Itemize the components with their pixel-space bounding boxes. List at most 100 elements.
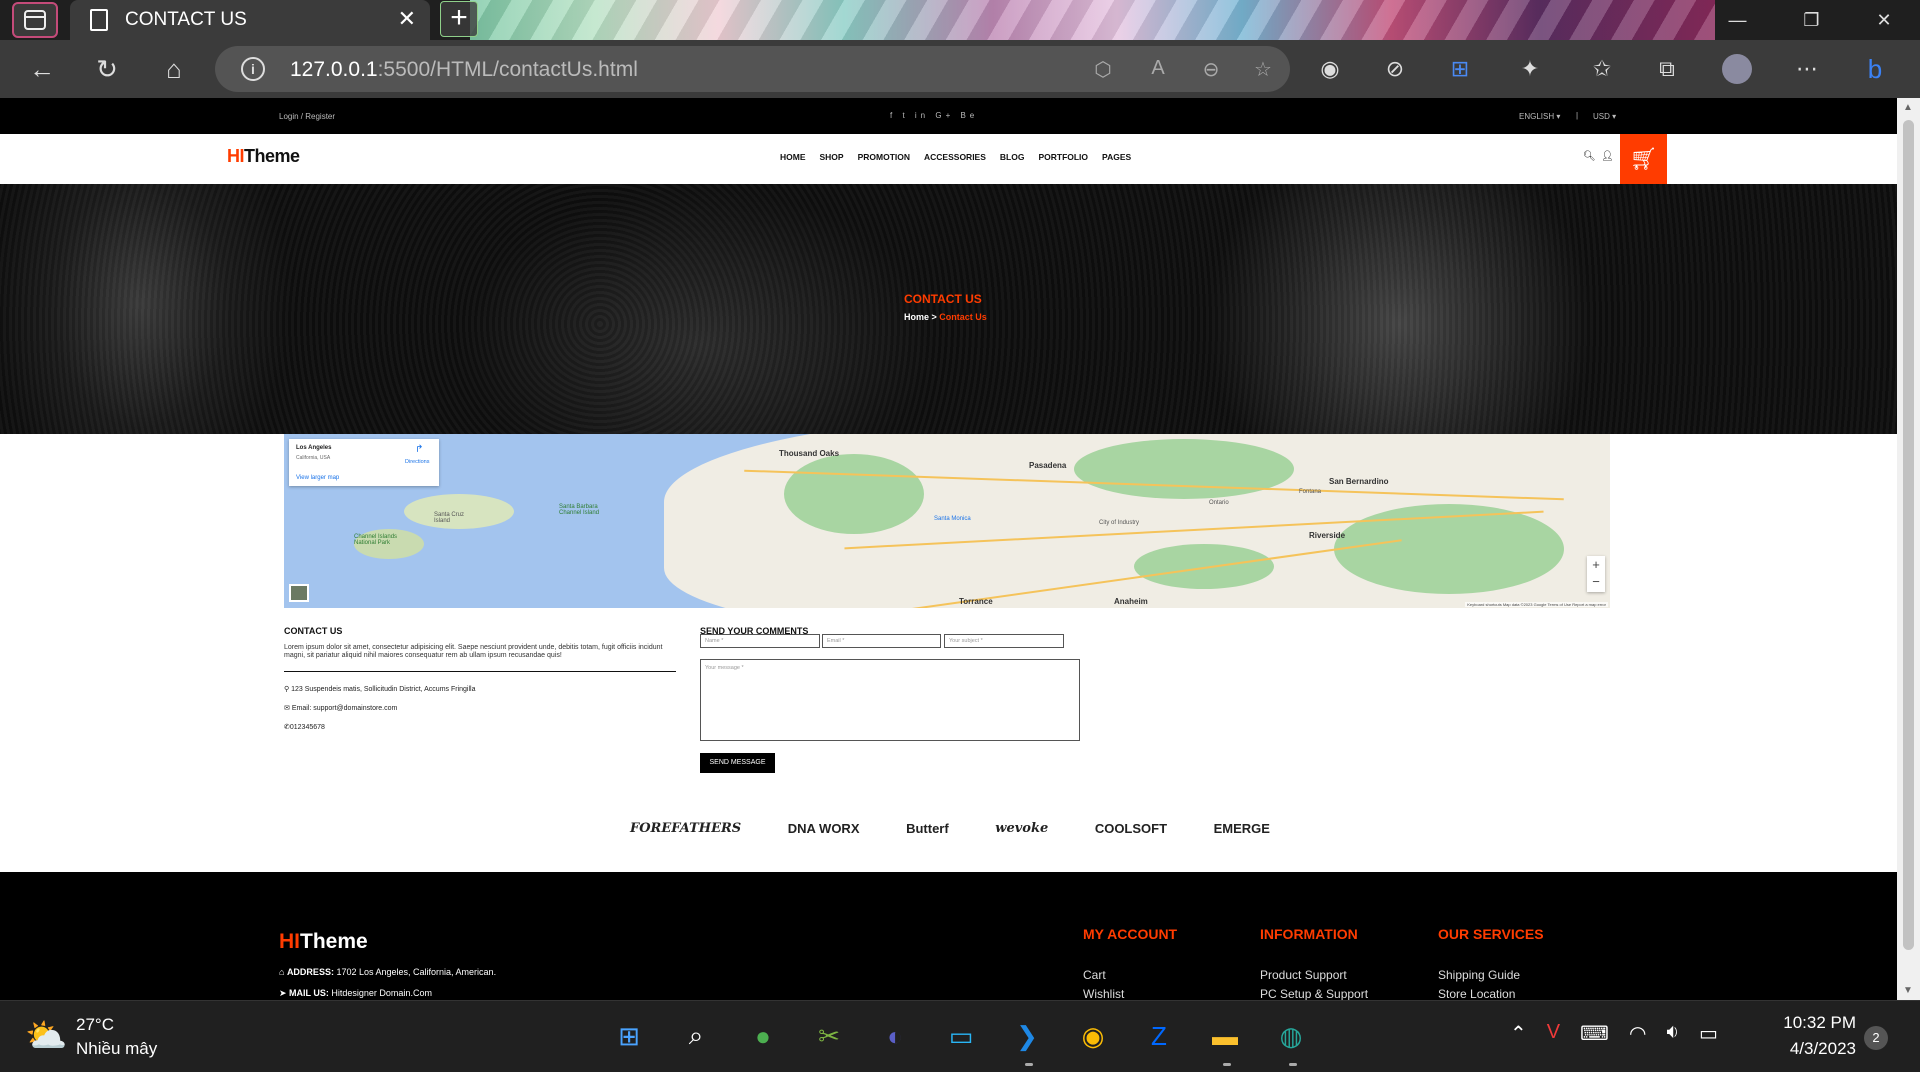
minimize-button[interactable]: — <box>1728 10 1746 31</box>
keyboard-icon[interactable]: ⌨ <box>1580 1021 1609 1046</box>
message-textarea[interactable]: Your message * <box>700 659 1080 741</box>
tag-icon[interactable]: ⬡ <box>1090 57 1116 83</box>
file-explorer-icon[interactable]: ▬ <box>1204 1015 1246 1057</box>
brand-logo[interactable]: wevoke <box>995 821 1048 836</box>
profile-avatar[interactable] <box>1722 54 1752 84</box>
menu-accessories[interactable]: ACCESSORIES <box>924 152 986 162</box>
url-text[interactable]: 127.0.0.1:5500/HTML/contactUs.html <box>290 58 638 82</box>
site-info-icon[interactable]: i <box>241 57 265 81</box>
battery-icon[interactable]: ▭ <box>1699 1021 1718 1046</box>
user-icon[interactable]: 👤︎ <box>1601 151 1614 162</box>
new-tab-button[interactable]: + <box>440 1 478 37</box>
footer-link[interactable]: Wishlist <box>1083 987 1177 1000</box>
zalo-icon[interactable]: Z <box>1138 1015 1180 1057</box>
send-message-button[interactable]: SEND MESSAGE <box>700 753 775 773</box>
chrome-icon[interactable]: ◉ <box>1072 1015 1114 1057</box>
add-favorite-icon[interactable]: ☆ <box>1250 57 1276 83</box>
directions-link[interactable]: Directions <box>405 459 429 465</box>
menu-home[interactable]: HOME <box>780 152 806 162</box>
currency-dropdown[interactable]: USD ▾ <box>1593 112 1616 121</box>
translate-extension-icon[interactable]: ⊞ <box>1445 54 1475 84</box>
back-button[interactable]: ← <box>25 52 59 86</box>
brand-logo[interactable]: DNA WORX <box>788 821 860 836</box>
subject-field[interactable]: Your subject * <box>944 634 1064 648</box>
close-window-button[interactable]: ✕ <box>1876 10 1891 31</box>
google-map-embed[interactable]: Thousand Oaks Pasadena San Bernardino Ri… <box>284 434 1610 608</box>
view-larger-map-link[interactable]: View larger map <box>296 475 339 481</box>
footer-link[interactable]: PC Setup & Support <box>1260 987 1368 1000</box>
footer-mail: ➤ MAIL US: Hitdesigner Domain.Com <box>279 988 432 998</box>
footer-link[interactable]: Cart <box>1083 968 1177 982</box>
mongodb-compass-icon[interactable]: ● <box>742 1015 784 1057</box>
map-satellite-toggle[interactable] <box>289 584 309 602</box>
brand-logo[interactable]: Butterf <box>906 821 949 836</box>
eclipse-icon[interactable]: ◐ <box>874 1015 916 1057</box>
map-label: Pasadena <box>1029 461 1067 470</box>
vscode-icon[interactable]: ❯ <box>1006 1015 1048 1057</box>
browser-tab-active[interactable]: CONTACT US ✕ <box>70 0 430 40</box>
directions-icon[interactable]: ↱ <box>415 444 423 455</box>
page-hero-banner: CONTACT US Home > Contact Us <box>0 184 1897 434</box>
brand-logo[interactable]: EMERGE <box>1214 821 1270 836</box>
menu-promotion[interactable]: PROMOTION <box>858 152 910 162</box>
collections-icon[interactable]: ⧉ <box>1652 54 1682 84</box>
start-button[interactable]: ⊞ <box>608 1015 650 1057</box>
extension-glasses-icon[interactable]: ◉ <box>1315 54 1345 84</box>
volume-icon[interactable]: 🔉︎ <box>1666 1021 1679 1046</box>
brand-logos: FOREFATHERS DNA WORX Butterf wevoke COOL… <box>630 813 1270 843</box>
zoom-icon[interactable]: ⊖ <box>1198 57 1224 83</box>
extensions-icon[interactable]: ✦ <box>1515 54 1545 84</box>
footer-link[interactable]: Product Support <box>1260 968 1368 982</box>
address-bar[interactable]: i 127.0.0.1:5500/HTML/contactUs.html ⬡ A… <box>215 46 1290 92</box>
tab-actions-button[interactable] <box>12 2 58 38</box>
tab-close-button[interactable]: ✕ <box>398 6 416 32</box>
breadcrumb-home[interactable]: Home > <box>904 312 937 322</box>
footer-link[interactable]: Shipping Guide <box>1438 968 1544 982</box>
edge-icon[interactable]: ◍ <box>1270 1015 1312 1057</box>
scrollbar-thumb[interactable] <box>1903 120 1914 950</box>
menu-pages[interactable]: PAGES <box>1102 152 1131 162</box>
compass-extension-icon[interactable]: ⊘ <box>1380 54 1410 84</box>
page-scrollbar[interactable]: ▲ ▼ <box>1897 98 1920 1000</box>
comment-form: SEND YOUR COMMENTS Name * Email * Your s… <box>700 626 1080 773</box>
brand-logo[interactable]: COOLSOFT <box>1095 821 1167 836</box>
social-links[interactable]: f t in G+ Be <box>890 111 978 120</box>
login-register-link[interactable]: Login / Register <box>279 112 335 121</box>
show-hidden-icons-chevron-icon[interactable]: ⌃ <box>1510 1021 1527 1046</box>
email-field[interactable]: Email * <box>822 634 941 648</box>
weather-temperature[interactable]: 27°C <box>76 1015 114 1035</box>
name-field[interactable]: Name * <box>700 634 820 648</box>
weather-cloud-icon[interactable]: ⛅ <box>25 1016 67 1056</box>
brand-logo[interactable]: FOREFATHERS <box>630 821 741 836</box>
menu-blog[interactable]: BLOG <box>1000 152 1025 162</box>
site-logo[interactable]: HITheme <box>227 146 300 167</box>
snipping-tool-icon[interactable]: ✂ <box>808 1015 850 1057</box>
scroll-up-arrow[interactable]: ▲ <box>1903 102 1913 113</box>
clock-date[interactable]: 4/3/2023 <box>1782 1039 1856 1059</box>
bing-chat-icon[interactable]: b <box>1860 54 1890 84</box>
vivaldi-tray-icon[interactable]: V <box>1547 1021 1560 1046</box>
map-zoom-out-button[interactable]: − <box>1587 573 1605 590</box>
language-dropdown[interactable]: ENGLISH ▾ <box>1519 112 1560 121</box>
favorites-icon[interactable]: ✩ <box>1587 54 1617 84</box>
search-taskbar-icon[interactable]: ⌕ <box>675 1015 717 1057</box>
refresh-button[interactable]: ↻ <box>90 52 124 86</box>
remote-desktop-icon[interactable]: ▭ <box>940 1015 982 1057</box>
search-icon[interactable]: 🔍︎ <box>1583 151 1596 162</box>
map-card-subtitle: California, USA <box>296 455 331 461</box>
clock-time[interactable]: 10:32 PM <box>1782 1013 1856 1033</box>
cart-button[interactable]: 🛒︎ <box>1620 134 1667 184</box>
more-menu-icon[interactable]: ⋯ <box>1792 54 1822 84</box>
maximize-button[interactable]: ❐ <box>1803 10 1819 31</box>
menu-portfolio[interactable]: PORTFOLIO <box>1038 152 1088 162</box>
notification-badge[interactable]: 2 <box>1864 1026 1888 1050</box>
weather-description[interactable]: Nhiều mây <box>76 1039 157 1059</box>
footer-link[interactable]: Store Location <box>1438 987 1544 1000</box>
wifi-icon[interactable]: ◠ <box>1629 1021 1646 1046</box>
read-aloud-icon[interactable]: A <box>1145 57 1171 83</box>
scroll-down-arrow[interactable]: ▼ <box>1903 985 1913 996</box>
footer-logo[interactable]: HITheme <box>279 930 368 954</box>
map-zoom-in-button[interactable]: + <box>1587 556 1605 573</box>
menu-shop[interactable]: SHOP <box>820 152 844 162</box>
home-button[interactable]: ⌂ <box>157 52 191 86</box>
